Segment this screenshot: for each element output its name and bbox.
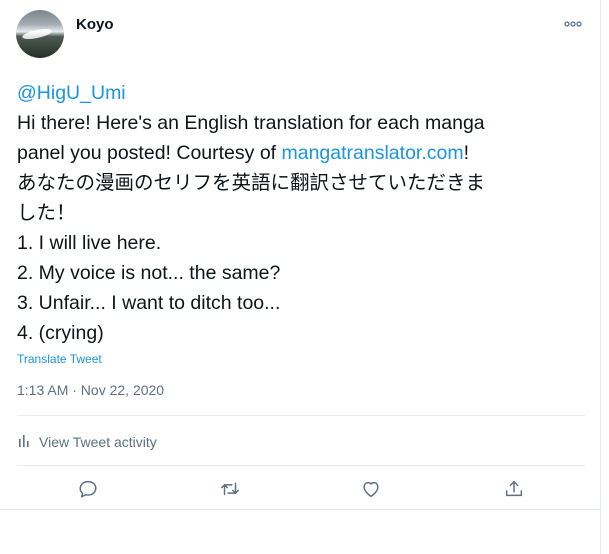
translate-tweet-link[interactable]: Translate Tweet (17, 352, 102, 366)
mangatranslator-link[interactable]: mangatranslator.com (282, 142, 464, 164)
list-item: 1. I will live here. (17, 232, 162, 254)
mention-link[interactable]: @HigU_Umi (17, 82, 126, 104)
tweet-line-2-suffix: ! (463, 142, 470, 164)
tweet-text: @HigU_Umi Hi there! Here's an English tr… (17, 78, 592, 348)
divider (17, 415, 585, 416)
share-icon[interactable] (503, 478, 525, 500)
tweet-line-jp-2: した！ (17, 202, 76, 224)
tweet-line-1: Hi there! Here's an English translation … (17, 112, 485, 134)
tweet-line-2: panel you posted! Courtesy of mangatrans… (17, 138, 592, 168)
tweet-line-2-prefix: panel you posted! Courtesy of (17, 142, 282, 164)
more-horizontal-icon[interactable] (564, 14, 582, 30)
tweet-timestamp[interactable]: 1:13 AM · Nov 22, 2020 (17, 382, 164, 398)
list-item: 2. My voice is not... the same? (17, 262, 281, 284)
list-item: 4. (crying) (17, 322, 104, 344)
author-name[interactable]: Koyo (76, 16, 114, 33)
tweet-line-jp-1: あなたの漫画のセリフを英語に翻訳させていただきま (17, 172, 486, 194)
divider (17, 465, 585, 466)
bar-chart-icon (17, 432, 39, 451)
lower-panel (0, 510, 601, 554)
reply-icon[interactable] (77, 478, 99, 500)
list-item: 3. Unfair... I want to ditch too... (17, 292, 281, 314)
tweet-card: Koyo @HigU_Umi Hi there! Here's an Engli… (0, 0, 601, 510)
retweet-icon[interactable] (219, 478, 241, 500)
tweet-actions (0, 478, 600, 504)
heart-icon[interactable] (360, 478, 382, 500)
activity-label: View Tweet activity (39, 433, 157, 450)
avatar[interactable] (16, 10, 64, 58)
view-tweet-activity[interactable]: View Tweet activity (17, 432, 157, 451)
